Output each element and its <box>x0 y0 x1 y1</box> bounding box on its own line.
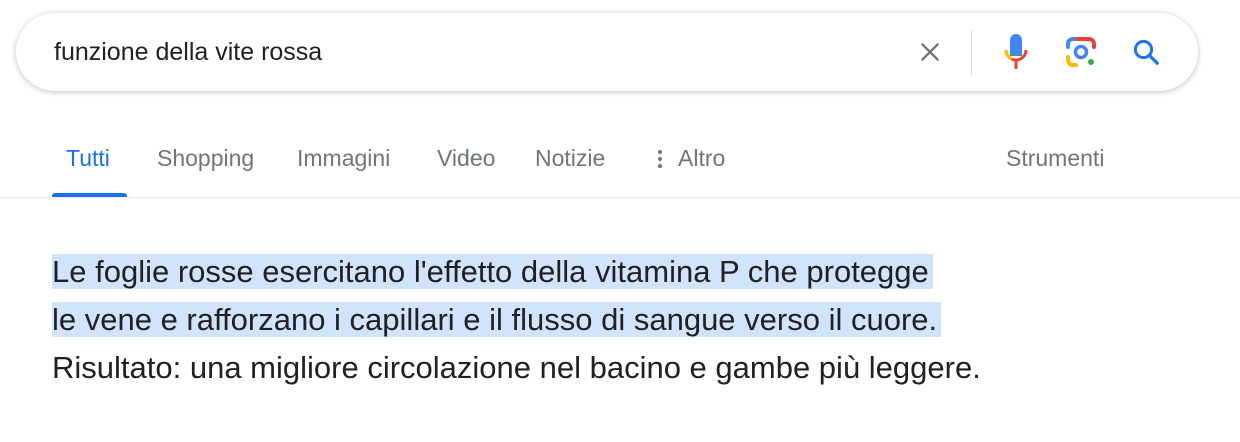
search-tabs: Tutti Shopping Immagini Video Notizie Al… <box>0 120 1240 198</box>
search-button[interactable] <box>1124 30 1168 74</box>
lens-search-button[interactable] <box>1059 30 1103 74</box>
featured-snippet: Le foglie rosse esercitano l'effetto del… <box>52 248 1202 392</box>
tab-notizie[interactable]: Notizie <box>535 120 605 197</box>
tab-label: Video <box>437 145 496 171</box>
more-vert-icon <box>658 149 662 168</box>
snippet-highlight: Le foglie rosse esercitano l'effetto del… <box>52 254 933 289</box>
tools-label: Strumenti <box>1006 145 1105 171</box>
tab-video[interactable]: Video <box>437 120 495 197</box>
mic-icon <box>1004 34 1028 69</box>
search-bar <box>16 13 1198 91</box>
snippet-highlight: le vene e rafforzano i capillari e il fl… <box>52 302 942 337</box>
search-results-page: Tutti Shopping Immagini Video Notizie Al… <box>0 0 1240 442</box>
snippet-line: Le foglie rosse esercitano l'effetto del… <box>52 248 1202 296</box>
search-input[interactable] <box>54 13 874 91</box>
snippet-line: Risultato: una migliore circolazione nel… <box>52 350 981 385</box>
tab-label: Shopping <box>157 145 255 171</box>
snippet-line: le vene e rafforzano i capillari e il fl… <box>52 296 1202 344</box>
active-tab-indicator <box>52 193 127 197</box>
clear-button[interactable] <box>910 32 950 72</box>
tab-shopping[interactable]: Shopping <box>157 120 254 197</box>
lens-icon <box>1066 37 1096 67</box>
tab-label: Tutti <box>66 145 110 171</box>
tab-tutti[interactable]: Tutti <box>66 120 110 197</box>
tab-label: Altro <box>678 145 726 171</box>
tab-label: Notizie <box>535 145 606 171</box>
tab-altro[interactable]: Altro <box>658 120 725 197</box>
tab-label: Immagini <box>297 145 391 171</box>
tab-immagini[interactable]: Immagini <box>297 120 390 197</box>
close-icon <box>921 43 939 61</box>
tools-button[interactable]: Strumenti <box>1006 120 1104 197</box>
voice-search-button[interactable] <box>994 30 1038 74</box>
search-divider <box>971 30 972 76</box>
search-icon <box>1133 39 1159 65</box>
